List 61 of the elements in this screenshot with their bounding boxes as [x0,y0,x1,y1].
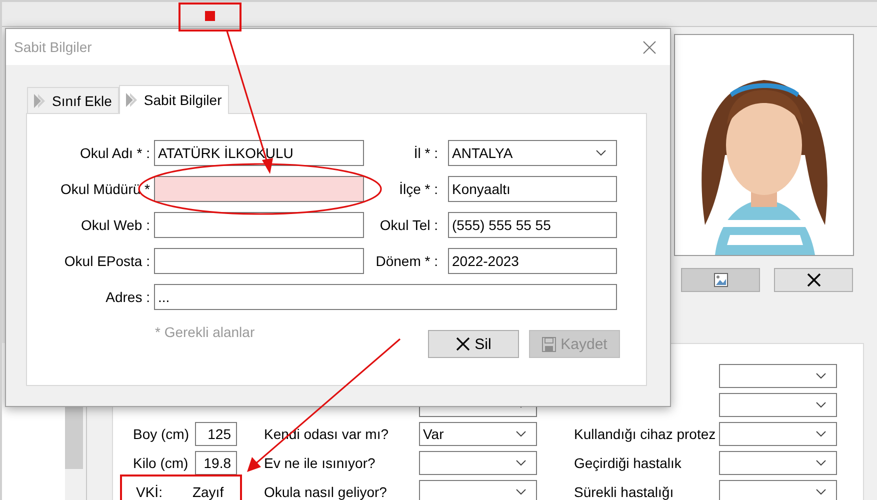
field-label: Boy (cm) [133,426,190,442]
dropdown[interactable] [719,392,837,416]
input-field[interactable] [154,176,364,202]
dropdown[interactable] [719,422,837,446]
input-field[interactable] [154,212,364,238]
double-arrow-icon [126,93,138,107]
chevron-down-icon [816,460,826,466]
double-arrow-icon [34,94,46,108]
dialog-title: Sabit Bilgiler [14,39,92,55]
field-label: Okul Web : [80,217,151,233]
input-field[interactable]: (555) 555 55 55 [448,212,617,238]
chevron-down-icon [516,488,526,494]
tab[interactable]: Sınıf Ekle [27,87,119,113]
close-icon [806,273,820,287]
dropdown[interactable] [719,480,837,500]
required-note: * Gerekli alanlar [155,324,255,340]
input-field[interactable] [154,248,364,274]
close-button[interactable] [643,40,656,54]
field-label: Adres : [104,289,151,305]
image-button[interactable] [681,268,760,292]
highlight-box [178,2,242,32]
question-label: Okula nasıl geliyor? [264,484,388,500]
dropdown[interactable] [419,450,537,474]
chevron-down-icon [816,488,826,494]
field-label: Okul Tel : [378,217,439,233]
dropdown[interactable]: ANTALYA [448,140,617,166]
tab[interactable]: Sabit Bilgiler [118,85,229,114]
question-label: Ev ne ile ısınıyor? [264,454,376,470]
remove-button[interactable] [774,268,853,292]
dropdown[interactable] [719,364,837,388]
input-field[interactable]: 2022-2023 [448,248,617,274]
bmi-value: Zayıf [192,484,224,500]
field-label: İlçe * : [398,181,439,197]
question-label: Kullandığı cihaz protez [574,426,717,442]
chevron-down-icon [816,372,826,378]
dropdown[interactable]: Var [419,422,537,446]
image-icon [714,273,728,287]
close-icon [456,337,470,351]
scroll-thumb[interactable] [65,405,83,469]
question-label: Sürekli hastalığı [574,484,675,500]
question-label: Geçirdiği hastalık [574,454,682,470]
field-label: VKİ: [136,484,162,500]
input-field[interactable]: ... [154,284,617,310]
input-field[interactable]: Konyaaltı [448,176,617,202]
field-label: Dönem * : [374,253,439,269]
delete-button[interactable]: Sil [428,330,519,358]
dropdown[interactable] [419,480,537,500]
field-label: Okul EPosta : [63,253,151,269]
field-label: Okul Adı * : [78,145,151,161]
chevron-down-icon [816,430,826,436]
input-field[interactable]: 19.8 [195,450,237,474]
marker-icon [205,11,215,21]
chevron-down-icon [516,460,526,466]
field-label: Kilo (cm) [133,454,190,470]
chevron-down-icon [596,150,606,156]
chevron-down-icon [516,430,526,436]
input-field[interactable]: 125 [195,422,237,446]
dropdown[interactable] [719,450,837,474]
field-label: İl * : [412,145,439,161]
close-icon [643,40,656,54]
chevron-down-icon [816,402,826,408]
